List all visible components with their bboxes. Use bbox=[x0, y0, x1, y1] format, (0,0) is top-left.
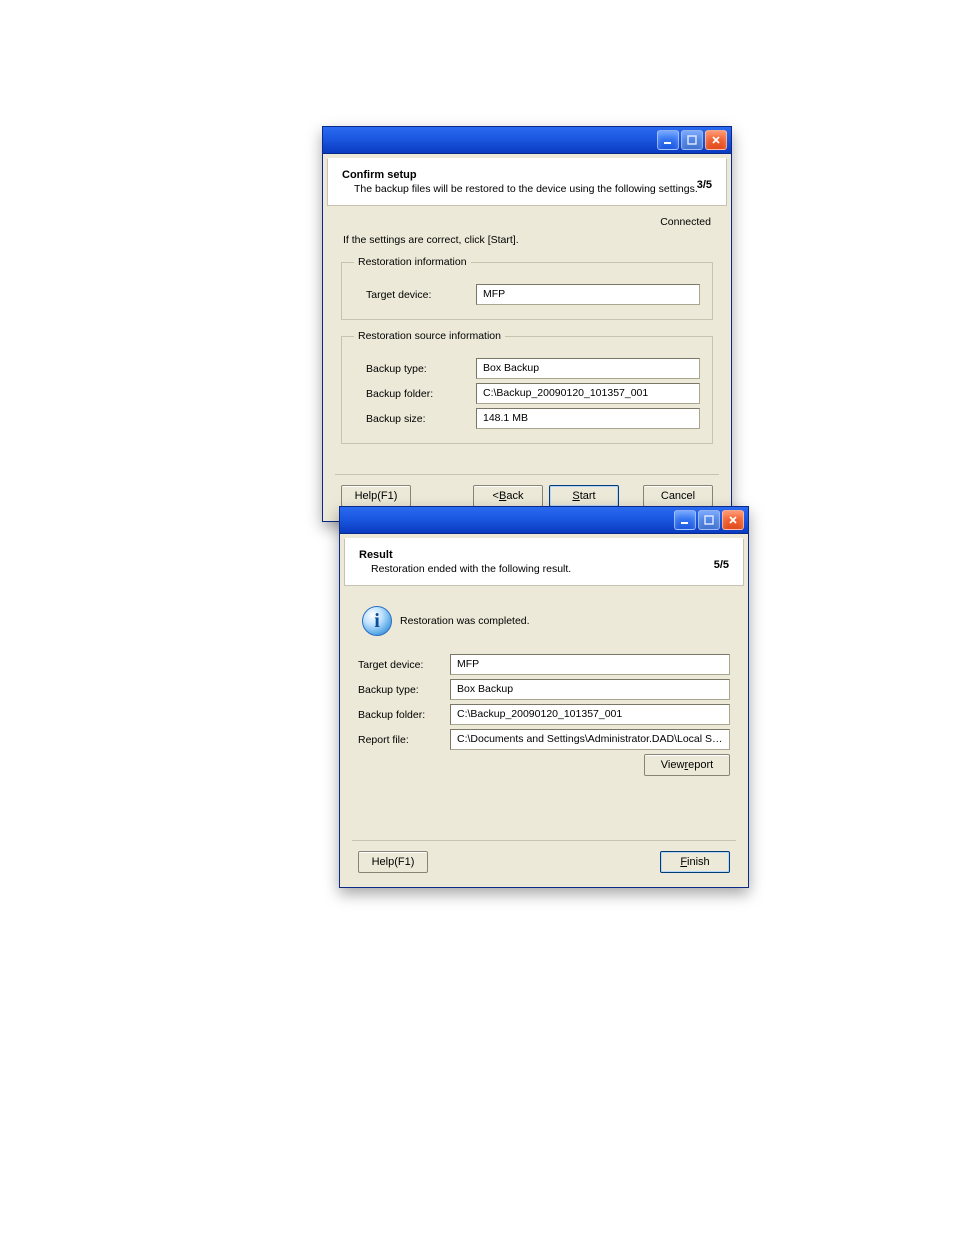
backup-size-value: 148.1 MB bbox=[476, 408, 700, 429]
btn-text-rest: tart bbox=[580, 490, 596, 502]
target-device-value: MFP bbox=[450, 654, 730, 675]
backup-folder-label: Backup folder: bbox=[358, 709, 450, 721]
result-window: Result Restoration ended with the follow… bbox=[339, 506, 749, 888]
wizard-body: i Restoration was completed. Target devi… bbox=[344, 586, 744, 840]
confirm-setup-window: Confirm setup The backup files will be r… bbox=[322, 126, 732, 522]
close-button[interactable] bbox=[722, 510, 744, 530]
report-file-label: Report file: bbox=[358, 734, 450, 746]
cancel-button[interactable]: Cancel bbox=[643, 485, 713, 507]
report-file-row: Report file: C:\Documents and Settings\A… bbox=[358, 729, 730, 750]
titlebar[interactable] bbox=[323, 127, 731, 154]
btn-accel: S bbox=[572, 490, 579, 502]
header-subtitle: The backup files will be restored to the… bbox=[354, 183, 712, 195]
help-button[interactable]: Help(F1) bbox=[358, 851, 428, 873]
back-button[interactable]: < Back bbox=[473, 485, 543, 507]
backup-type-value: Box Backup bbox=[476, 358, 700, 379]
close-button[interactable] bbox=[705, 130, 727, 150]
info-icon: i bbox=[362, 606, 392, 636]
target-device-row: Target device: MFP bbox=[358, 654, 730, 675]
btn-text-rest: ack bbox=[506, 490, 523, 502]
backup-folder-row: Backup folder: C:\Backup_20090120_101357… bbox=[358, 704, 730, 725]
restoration-information-group: Restoration information Target device: M… bbox=[341, 256, 713, 320]
backup-type-value: Box Backup bbox=[450, 679, 730, 700]
maximize-button bbox=[698, 510, 720, 530]
group-legend: Restoration information bbox=[354, 256, 471, 268]
header-title: Confirm setup bbox=[342, 169, 712, 181]
minimize-button[interactable] bbox=[674, 510, 696, 530]
backup-folder-label: Backup folder: bbox=[354, 388, 476, 400]
target-device-row: Target device: MFP bbox=[354, 284, 700, 305]
instruction-text: If the settings are correct, click [Star… bbox=[343, 234, 713, 246]
start-button[interactable]: Start bbox=[549, 485, 619, 507]
group-legend: Restoration source information bbox=[354, 330, 505, 342]
maximize-button bbox=[681, 130, 703, 150]
header-title: Result bbox=[359, 549, 729, 561]
target-device-value: MFP bbox=[476, 284, 700, 305]
wizard-body: Connected If the settings are correct, c… bbox=[327, 206, 727, 474]
wizard-header: Result Restoration ended with the follow… bbox=[344, 538, 744, 586]
btn-text-post: eport bbox=[688, 759, 713, 771]
btn-text-rest: inish bbox=[687, 856, 710, 868]
step-indicator: 5/5 bbox=[714, 559, 729, 571]
backup-folder-value: C:\Backup_20090120_101357_001 bbox=[450, 704, 730, 725]
result-message-row: i Restoration was completed. bbox=[362, 606, 726, 636]
target-device-label: Target device: bbox=[354, 289, 476, 301]
minimize-button[interactable] bbox=[657, 130, 679, 150]
target-device-label: Target device: bbox=[358, 659, 450, 671]
backup-type-label: Backup type: bbox=[354, 363, 476, 375]
backup-type-row: Backup type: Box Backup bbox=[354, 358, 700, 379]
btn-text-pre: View bbox=[661, 759, 685, 771]
btn-accel: B bbox=[499, 490, 506, 502]
backup-type-label: Backup type: bbox=[358, 684, 450, 696]
connection-status: Connected bbox=[341, 212, 713, 234]
wizard-header: Confirm setup The backup files will be r… bbox=[327, 158, 727, 206]
finish-button[interactable]: Finish bbox=[660, 851, 730, 873]
result-message: Restoration was completed. bbox=[400, 615, 530, 627]
step-indicator: 3/5 bbox=[697, 179, 712, 191]
view-report-button[interactable]: View report bbox=[644, 754, 730, 776]
titlebar[interactable] bbox=[340, 507, 748, 534]
backup-size-label: Backup size: bbox=[354, 413, 476, 425]
btn-accel: F bbox=[680, 856, 687, 868]
report-file-value: C:\Documents and Settings\Administrator.… bbox=[450, 729, 730, 750]
backup-type-row: Backup type: Box Backup bbox=[358, 679, 730, 700]
restoration-source-information-group: Restoration source information Backup ty… bbox=[341, 330, 713, 444]
button-bar: Help(F1) Finish bbox=[352, 840, 736, 883]
backup-folder-row: Backup folder: C:\Backup_20090120_101357… bbox=[354, 383, 700, 404]
header-subtitle: Restoration ended with the following res… bbox=[371, 563, 729, 575]
backup-folder-value: C:\Backup_20090120_101357_001 bbox=[476, 383, 700, 404]
backup-size-row: Backup size: 148.1 MB bbox=[354, 408, 700, 429]
help-button[interactable]: Help(F1) bbox=[341, 485, 411, 507]
